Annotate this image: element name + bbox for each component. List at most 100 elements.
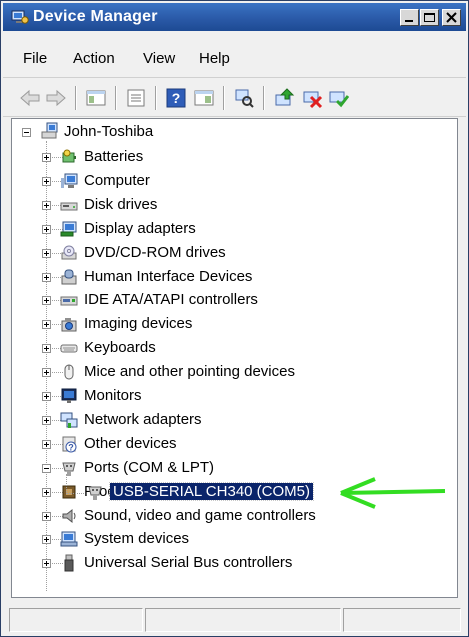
tree-item-human-interface-devices[interactable]: Human Interface Devices bbox=[12, 266, 452, 288]
expand-expander[interactable] bbox=[42, 272, 51, 282]
monitor-icon bbox=[61, 388, 77, 403]
device-tree[interactable]: John-Toshiba Batteries Computer Disk drive… bbox=[11, 118, 458, 598]
expand-expander[interactable] bbox=[42, 415, 51, 425]
expand-expander[interactable] bbox=[42, 344, 51, 354]
expand-expander[interactable] bbox=[42, 535, 51, 545]
menu-file[interactable]: File bbox=[23, 50, 47, 67]
status-pane-3 bbox=[343, 608, 461, 632]
back-icon[interactable] bbox=[19, 87, 41, 109]
tree-item-system-devices[interactable]: System devices bbox=[12, 528, 452, 550]
close-button[interactable] bbox=[442, 9, 461, 26]
keyboard-icon bbox=[60, 344, 78, 353]
network-icon bbox=[60, 412, 78, 428]
tree-item-label[interactable]: IDE ATA/ATAPI controllers bbox=[84, 291, 258, 308]
tree-item-label[interactable]: Human Interface Devices bbox=[84, 268, 252, 285]
tree-item-monitors[interactable]: Monitors bbox=[12, 385, 452, 407]
root-expander[interactable] bbox=[22, 128, 31, 137]
maximize-button[interactable] bbox=[420, 9, 439, 26]
tree-root-label[interactable]: John-Toshiba bbox=[64, 123, 153, 140]
usb-icon bbox=[64, 554, 74, 572]
properties-icon[interactable] bbox=[125, 87, 147, 109]
toolbar-separator bbox=[155, 86, 157, 110]
tree-item-computer[interactable]: Computer bbox=[12, 170, 452, 192]
minimize-button[interactable] bbox=[400, 9, 419, 26]
title-bar[interactable]: Device Manager bbox=[3, 3, 466, 31]
status-pane-1 bbox=[9, 608, 143, 632]
expand-expander[interactable] bbox=[42, 368, 51, 378]
menu-help[interactable]: Help bbox=[199, 50, 230, 67]
scan-hardware-icon[interactable] bbox=[233, 87, 255, 109]
uninstall-device-icon[interactable] bbox=[301, 87, 323, 109]
menu-action[interactable]: Action bbox=[73, 50, 115, 67]
expand-expander[interactable] bbox=[42, 224, 51, 234]
close-icon bbox=[446, 12, 457, 23]
port-icon bbox=[62, 462, 76, 476]
tree-item-label[interactable]: DVD/CD-ROM drives bbox=[84, 244, 226, 261]
tree-item-label[interactable]: Batteries bbox=[84, 148, 143, 165]
tree-item-label[interactable]: Disk drives bbox=[84, 196, 157, 213]
tree-item-display-adapters[interactable]: Display adapters bbox=[12, 218, 452, 240]
tree-item-label[interactable]: Keyboards bbox=[84, 339, 156, 356]
expand-expander[interactable] bbox=[42, 200, 51, 210]
tree-item-label[interactable]: Mice and other pointing devices bbox=[84, 363, 295, 380]
tree-item-label[interactable]: Universal Serial Bus controllers bbox=[84, 554, 292, 571]
expand-expander[interactable] bbox=[42, 296, 51, 306]
menu-view[interactable]: View bbox=[143, 50, 175, 67]
expand-expander[interactable] bbox=[42, 392, 51, 401]
show-hide-console-tree-icon[interactable] bbox=[85, 87, 107, 109]
camera-icon bbox=[61, 318, 77, 332]
ide-controller-icon bbox=[60, 296, 78, 306]
tree-item-label[interactable]: Network adapters bbox=[84, 411, 202, 428]
expand-expander[interactable] bbox=[42, 439, 51, 449]
tree-item-label[interactable]: Ports (COM & LPT) bbox=[84, 459, 214, 476]
update-driver-icon[interactable] bbox=[273, 87, 295, 109]
tree-item-label[interactable]: System devices bbox=[84, 530, 189, 547]
display-adapter-icon bbox=[60, 221, 77, 237]
hid-icon bbox=[61, 269, 77, 284]
collapse-expander[interactable] bbox=[42, 463, 51, 473]
expand-expander[interactable] bbox=[42, 559, 51, 569]
expand-expander[interactable] bbox=[42, 248, 51, 258]
system-icon bbox=[60, 531, 78, 547]
menu-bar: File Action View Help bbox=[3, 43, 466, 75]
tree-item-batteries[interactable]: Batteries bbox=[12, 146, 452, 168]
tree-item-label[interactable]: Monitors bbox=[84, 387, 142, 404]
toolbar-separator bbox=[223, 86, 225, 110]
svg-text:?: ? bbox=[172, 90, 181, 106]
annotation-arrow-icon bbox=[340, 477, 446, 509]
tree-item-label[interactable]: Sound, video and game controllers bbox=[84, 507, 316, 524]
status-bar bbox=[3, 604, 466, 634]
mouse-icon bbox=[64, 364, 74, 380]
tree-item-disk-drives[interactable]: Disk drives bbox=[12, 194, 452, 216]
tree-item-keyboards[interactable]: Keyboards bbox=[12, 337, 452, 359]
dvd-drive-icon bbox=[61, 245, 77, 260]
disk-drive-icon bbox=[60, 202, 78, 211]
tree-item-network-adapters[interactable]: Network adapters bbox=[12, 409, 452, 431]
export-list-icon[interactable] bbox=[193, 87, 215, 109]
forward-icon[interactable] bbox=[45, 87, 67, 109]
help-icon[interactable]: ? bbox=[165, 87, 187, 109]
processor-icon bbox=[62, 485, 76, 499]
expand-expander[interactable] bbox=[42, 511, 51, 521]
tree-item-label[interactable]: Imaging devices bbox=[84, 315, 192, 332]
minimize-icon bbox=[405, 20, 413, 22]
serial-port-icon bbox=[88, 486, 102, 500]
tree-item-label[interactable]: Computer bbox=[84, 172, 150, 189]
battery-icon bbox=[62, 149, 76, 163]
expand-expander[interactable] bbox=[42, 320, 51, 330]
tree-line bbox=[66, 493, 84, 495]
tree-item-label[interactable]: Display adapters bbox=[84, 220, 196, 237]
tree-item-other-devices[interactable]: ? Other devices bbox=[12, 433, 452, 455]
expand-expander[interactable] bbox=[42, 153, 51, 162]
tree-item-imaging-devices[interactable]: Imaging devices bbox=[12, 313, 452, 335]
tree-item-universal-serial-bus-controllers[interactable]: Universal Serial Bus controllers bbox=[12, 552, 452, 574]
tree-item-dvd-cd-rom-drives[interactable]: DVD/CD-ROM drives bbox=[12, 242, 452, 264]
tree-item-mice-and-other-pointing-devices[interactable]: Mice and other pointing devices bbox=[12, 361, 452, 383]
device-manager-icon bbox=[11, 10, 29, 24]
tree-item-ide-ata-atapi-controllers[interactable]: IDE ATA/ATAPI controllers bbox=[12, 289, 452, 311]
usb-serial-ch340-item[interactable]: USB-SERIAL CH340 (COM5) bbox=[109, 482, 314, 501]
tree-item-label[interactable]: Other devices bbox=[84, 435, 177, 452]
expand-expander[interactable] bbox=[42, 487, 51, 497]
enable-device-icon[interactable] bbox=[327, 87, 349, 109]
expand-expander[interactable] bbox=[42, 176, 51, 186]
